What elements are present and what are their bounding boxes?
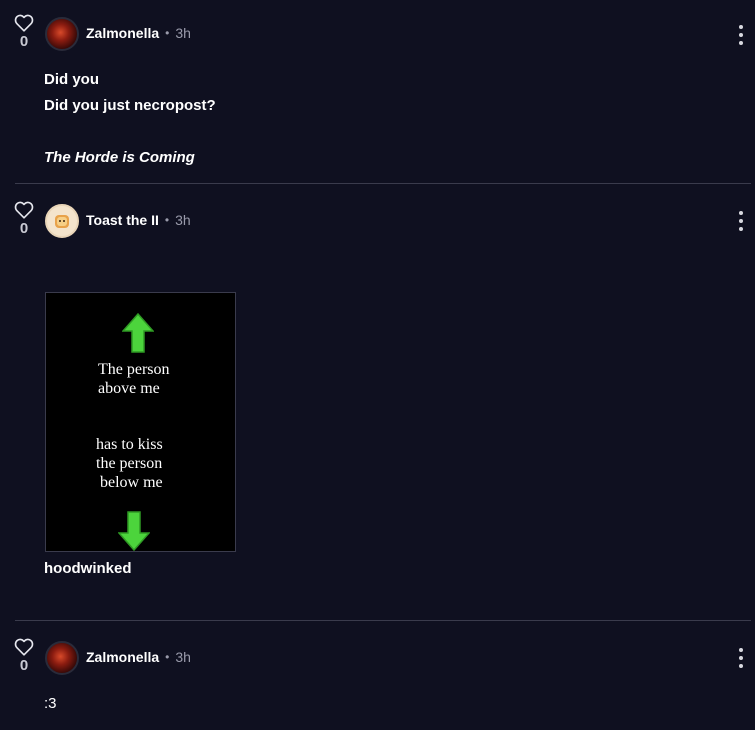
timestamp: 3h: [175, 649, 191, 665]
meme-text-bottom: has to kiss the person below me: [96, 436, 163, 491]
author-name[interactable]: Zalmonella: [86, 24, 159, 42]
toast-icon: [55, 215, 69, 228]
author-name[interactable]: Zalmonella: [86, 648, 159, 666]
post-meta: Toast the II • 3h: [86, 211, 191, 229]
author-name[interactable]: Toast the II: [86, 211, 159, 229]
meme-text-top: The person above me: [98, 361, 170, 397]
heart-icon[interactable]: [14, 14, 34, 32]
heart-icon[interactable]: [14, 638, 34, 656]
like-count: 0: [19, 657, 29, 674]
separator-dot: •: [164, 213, 170, 227]
separator-dot: •: [165, 26, 170, 40]
post-meta: Zalmonella • 3h: [86, 648, 191, 666]
arrow-down-icon: [118, 511, 150, 551]
post-text-line: Did you: [44, 71, 99, 88]
like-count: 0: [19, 33, 29, 50]
separator-dot: •: [165, 650, 170, 664]
like-button[interactable]: 0: [12, 14, 36, 50]
like-button[interactable]: 0: [12, 638, 36, 674]
like-button[interactable]: 0: [12, 201, 36, 237]
post-text-line: Did you just necropost?: [44, 97, 216, 114]
more-options-icon[interactable]: [737, 648, 745, 668]
avatar[interactable]: [45, 17, 79, 51]
avatar[interactable]: [45, 641, 79, 675]
divider: [15, 620, 751, 621]
post-signature: The Horde is Coming: [44, 149, 195, 166]
divider: [15, 183, 751, 184]
timestamp: 3h: [175, 212, 191, 228]
like-count: 0: [19, 220, 29, 237]
post-meta: Zalmonella • 3h: [86, 24, 191, 42]
more-options-icon[interactable]: [737, 25, 745, 45]
timestamp: 3h: [175, 25, 191, 41]
meme-image[interactable]: The person above me has to kiss the pers…: [45, 292, 236, 552]
avatar[interactable]: [45, 204, 79, 238]
post-caption: hoodwinked: [44, 560, 132, 577]
heart-icon[interactable]: [14, 201, 34, 219]
arrow-up-icon: [122, 313, 154, 353]
more-options-icon[interactable]: [737, 211, 745, 231]
post-text: :3: [44, 695, 57, 712]
